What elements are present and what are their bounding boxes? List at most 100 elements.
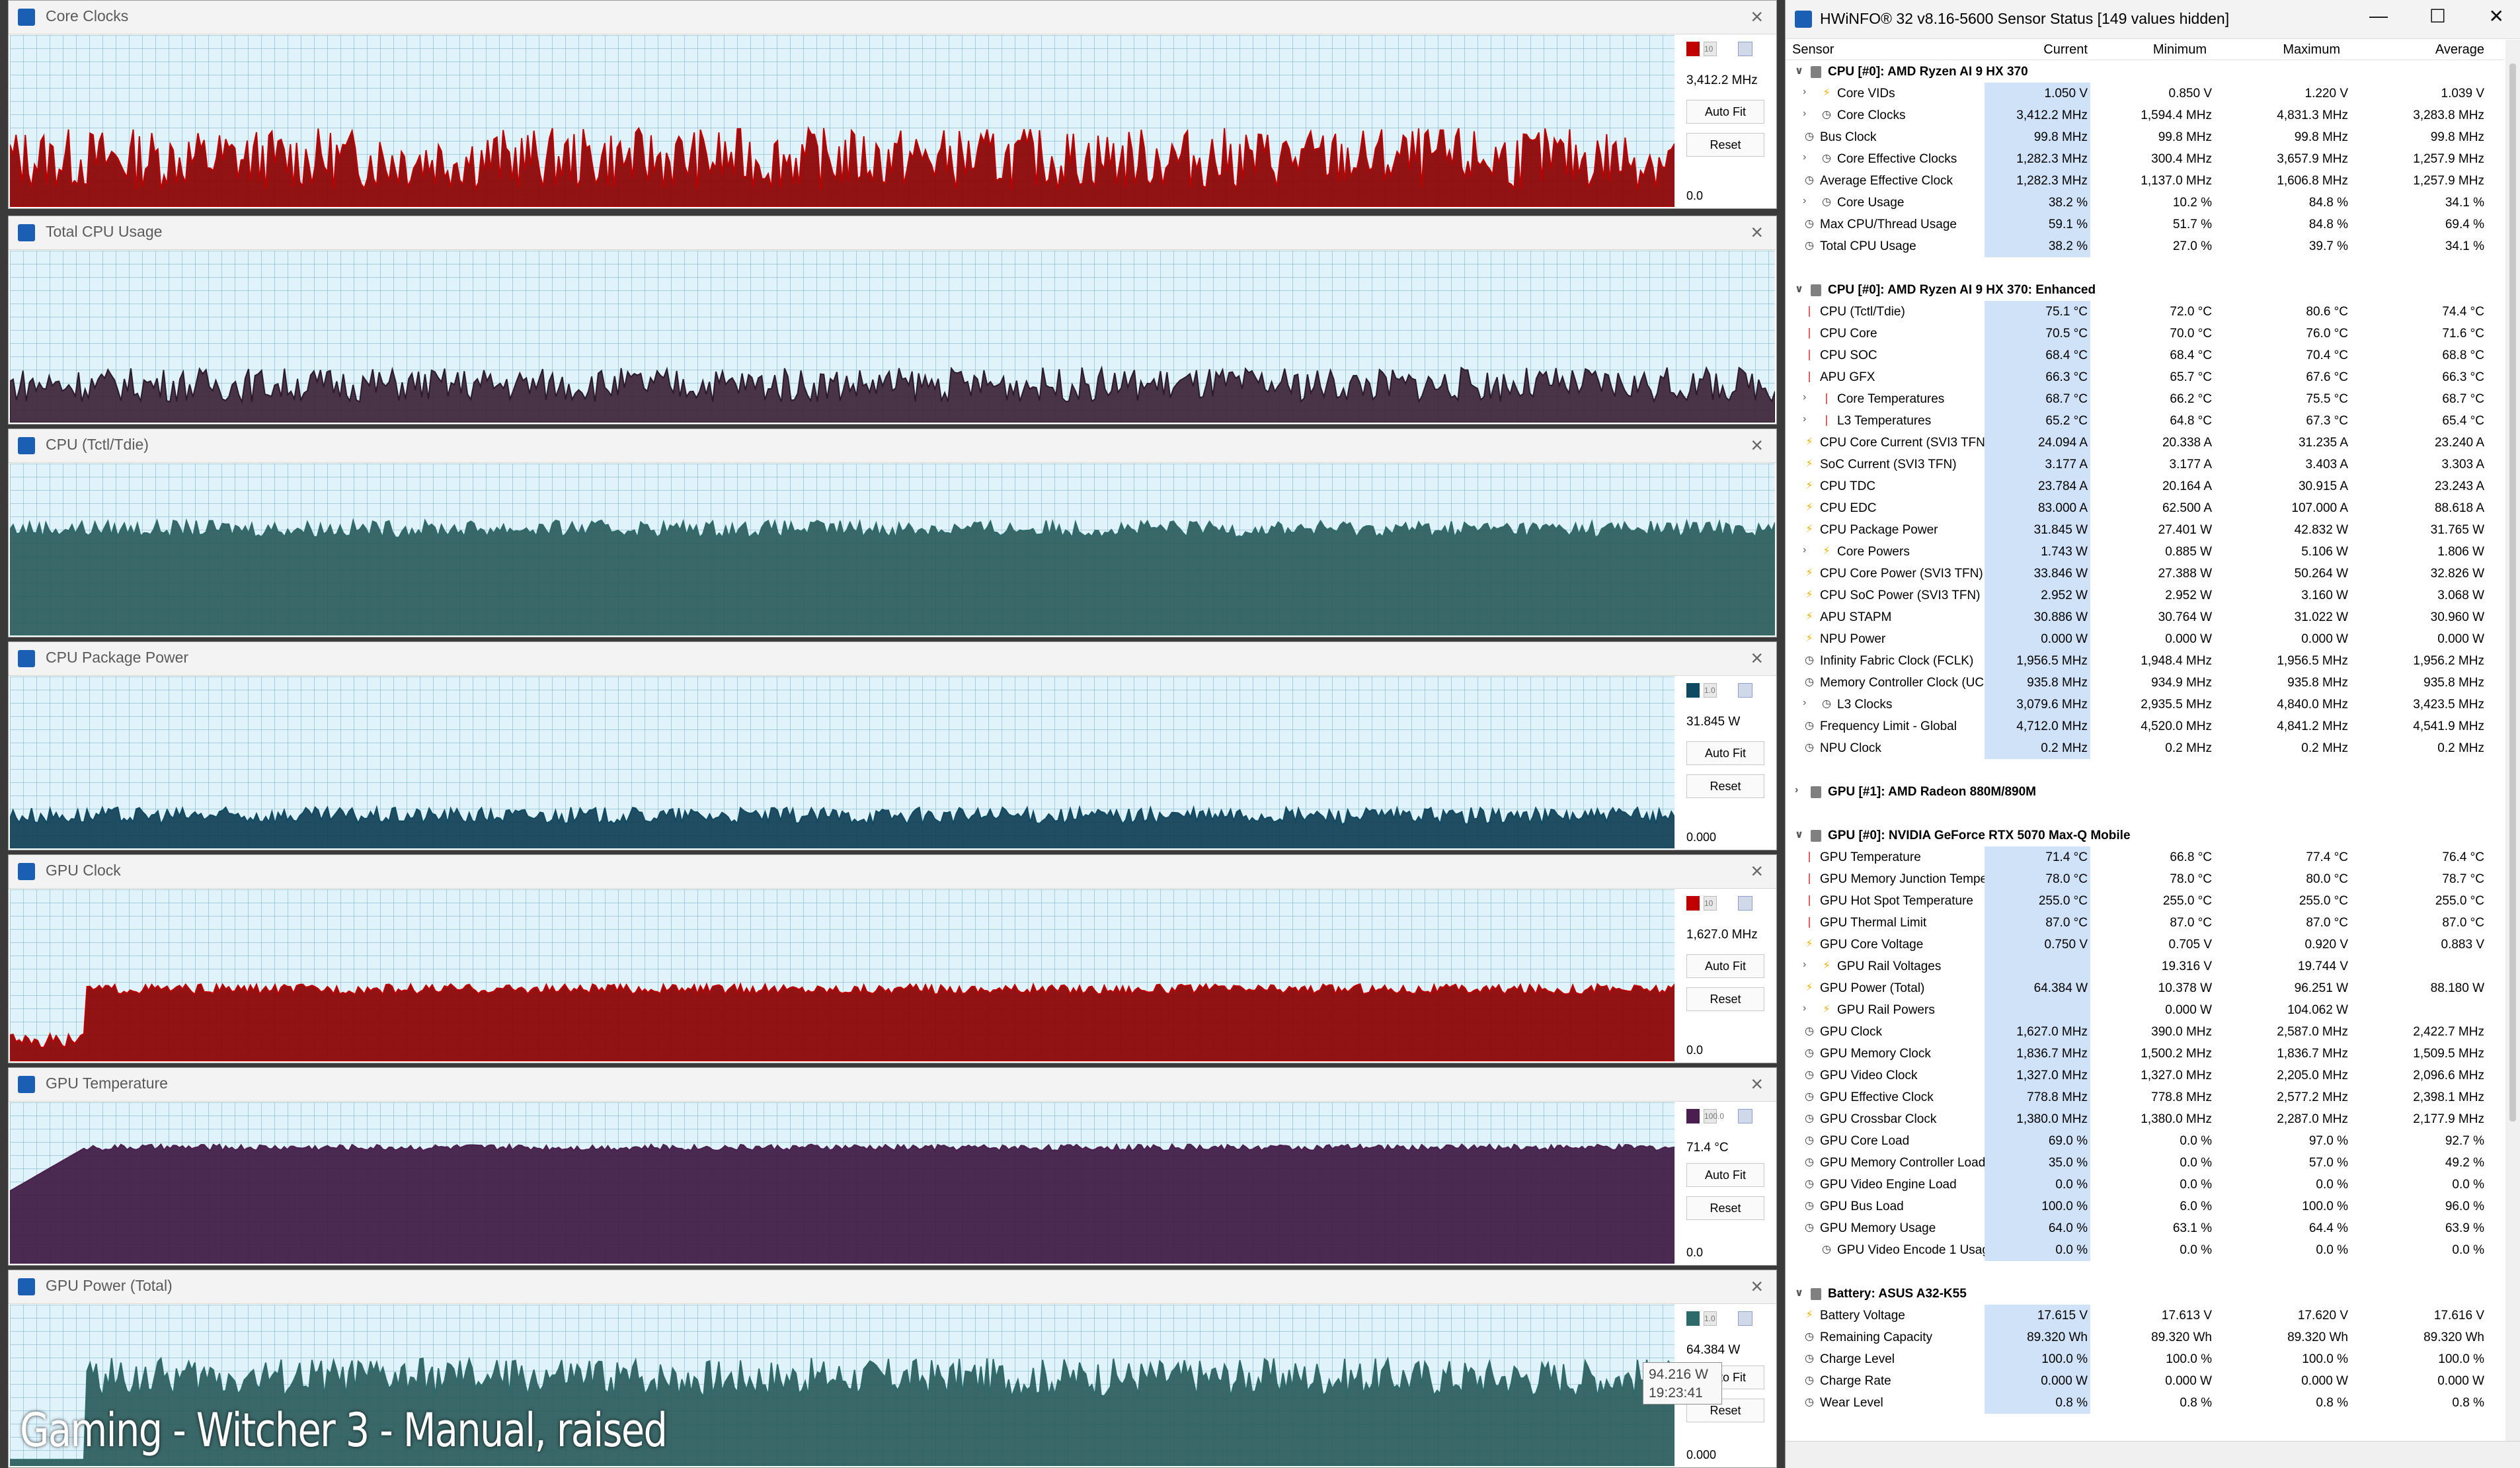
sensor-row[interactable]: ◷ Charge Rate 0.000 W 0.000 W 0.000 W 0.000 W: [1786, 1370, 2504, 1392]
series-color-swatch[interactable]: [1686, 42, 1700, 56]
sensor-row[interactable]: › ◷ Core Usage 38.2 % 10.2 % 84.8 % 34.1 %: [1786, 192, 2504, 214]
sensor-row[interactable]: › ◷ Core Effective Clocks 1,282.3 MHz 300.4 …: [1786, 148, 2504, 170]
sensor-row[interactable]: ❘ CPU (Tctl/Tdie) 75.1 °C 72.0 °C 80.6 °C 74.…: [1786, 301, 2504, 323]
close-icon[interactable]: ✕: [2489, 5, 2504, 27]
auto-fit-button[interactable]: Auto Fit: [1686, 1163, 1764, 1187]
chevron-right-icon[interactable]: ›: [1803, 195, 1813, 207]
header-current[interactable]: Current: [2043, 42, 2088, 58]
chevron-right-icon[interactable]: ›: [1803, 391, 1813, 403]
graph-window-3[interactable]: CPU Package Power × 1.0 31.845 W Auto Fit Res…: [8, 641, 1777, 850]
close-icon[interactable]: ×: [1751, 433, 1763, 457]
sensor-row[interactable]: ◷ GPU Memory Controller Load 35.0 % 0.0 % 57…: [1786, 1152, 2504, 1174]
sensor-row[interactable]: ◷ Wear Level 0.8 % 0.8 % 0.8 % 0.8 %: [1786, 1392, 2504, 1414]
sensor-row[interactable]: ◷ GPU Video Engine Load 0.0 % 0.0 % 0.0 % 0.0…: [1786, 1174, 2504, 1196]
sensor-row[interactable]: ◷ GPU Bus Load 100.0 % 6.0 % 100.0 % 96.0 %: [1786, 1196, 2504, 1217]
graph-settings-icon[interactable]: [1738, 1109, 1752, 1123]
sensor-row[interactable]: ◷ Frequency Limit - Global 4,712.0 MHz 4,52…: [1786, 715, 2504, 737]
close-icon[interactable]: ×: [1751, 220, 1763, 244]
sensor-row[interactable]: ◷ GPU Memory Usage 64.0 % 63.1 % 64.4 % 63.9 …: [1786, 1217, 2504, 1239]
chevron-down-icon[interactable]: ∨: [1795, 1286, 1805, 1299]
sensor-row[interactable]: ◷ Remaining Capacity 89.320 Wh 89.320 Wh 89.…: [1786, 1326, 2504, 1348]
reset-button[interactable]: Reset: [1686, 1196, 1764, 1220]
sensor-row[interactable]: ◷ GPU Memory Clock 1,836.7 MHz 1,500.2 MHz 1…: [1786, 1043, 2504, 1065]
sensor-row[interactable]: ⚡ CPU Core Power (SVI3 TFN) 33.846 W 27.388…: [1786, 563, 2504, 585]
sensor-row[interactable]: ⚡ Battery Voltage 17.615 V 17.613 V 17.620 V…: [1786, 1305, 2504, 1326]
graph-settings-icon[interactable]: [1738, 896, 1752, 911]
series-color-swatch[interactable]: [1686, 1311, 1700, 1326]
sensor-row[interactable]: ◷ GPU Video Clock 1,327.0 MHz 1,327.0 MHz 2,…: [1786, 1065, 2504, 1086]
auto-fit-button[interactable]: Auto Fit: [1686, 954, 1764, 978]
sensor-row[interactable]: ◷ Total CPU Usage 38.2 % 27.0 % 39.7 % 34.1 %: [1786, 235, 2504, 257]
sensor-row[interactable]: ◷ GPU Core Load 69.0 % 0.0 % 97.0 % 92.7 %: [1786, 1130, 2504, 1152]
sensor-row[interactable]: ⚡ GPU Core Voltage 0.750 V 0.705 V 0.920 V 0.…: [1786, 934, 2504, 956]
graph-titlebar[interactable]: Core Clocks ×: [9, 1, 1776, 34]
header-sensor[interactable]: Sensor: [1792, 42, 1834, 58]
sensor-row[interactable]: › ⚡ Core VIDs 1.050 V 0.850 V 1.220 V 1.039 V: [1786, 83, 2504, 104]
sensor-row[interactable]: › ❘ L3 Temperatures 65.2 °C 64.8 °C 67.3 °C 65…: [1786, 410, 2504, 432]
sensor-row[interactable]: ❘ CPU SOC 68.4 °C 68.4 °C 70.4 °C 68.8 °C: [1786, 345, 2504, 366]
graph-window-4[interactable]: GPU Clock × 10 1,627.0 MHz Auto Fit Reset 0.0: [8, 854, 1777, 1063]
sensor-group-header[interactable]: ∨ Battery: ASUS A32-K55: [1786, 1283, 2504, 1305]
header-minimum[interactable]: Minimum: [2153, 42, 2207, 58]
sensor-group-header[interactable]: › GPU [#1]: AMD Radeon 880M/890M: [1786, 781, 2504, 803]
sensor-row[interactable]: ◷ Average Effective Clock 1,282.3 MHz 1,137…: [1786, 170, 2504, 192]
graph-titlebar[interactable]: GPU Power (Total) ×: [9, 1270, 1776, 1304]
sensor-row[interactable]: ◷ Bus Clock 99.8 MHz 99.8 MHz 99.8 MHz 99.8 M…: [1786, 126, 2504, 148]
graph-window-0[interactable]: Core Clocks × 10 3,412.2 MHz Auto Fit Reset 0.…: [8, 0, 1777, 209]
series-color-swatch[interactable]: [1686, 896, 1700, 911]
chevron-right-icon[interactable]: ›: [1803, 86, 1813, 98]
sensor-row[interactable]: ⚡ CPU TDC 23.784 A 20.164 A 30.915 A 23.243 A: [1786, 475, 2504, 497]
sensor-row[interactable]: ◷ Charge Level 100.0 % 100.0 % 100.0 % 100.0 …: [1786, 1348, 2504, 1370]
sensor-row[interactable]: ⚡ NPU Power 0.000 W 0.000 W 0.000 W 0.000 W: [1786, 628, 2504, 650]
series-color-swatch[interactable]: [1686, 1109, 1700, 1123]
close-icon[interactable]: ×: [1751, 5, 1763, 28]
sensor-row[interactable]: ❘ GPU Temperature 71.4 °C 66.8 °C 77.4 °C 76.…: [1786, 846, 2504, 868]
sensor-row[interactable]: › ❘ Core Temperatures 68.7 °C 66.2 °C 75.5 °C…: [1786, 388, 2504, 410]
sensor-row[interactable]: › ⚡ Core Powers 1.743 W 0.885 W 5.106 W 1.806 …: [1786, 541, 2504, 563]
sensor-group-header[interactable]: ∨ CPU [#0]: AMD Ryzen AI 9 HX 370: Enhanc…: [1786, 279, 2504, 301]
sensor-row[interactable]: ⚡ CPU SoC Power (SVI3 TFN) 2.952 W 2.952 W 3…: [1786, 585, 2504, 606]
chevron-right-icon[interactable]: ›: [1803, 697, 1813, 709]
sensor-scrollbar[interactable]: [2505, 40, 2520, 1442]
sensor-row[interactable]: ⚡ CPU EDC 83.000 A 62.500 A 107.000 A 88.618 …: [1786, 497, 2504, 519]
series-color-swatch[interactable]: [1686, 683, 1700, 698]
sensor-row[interactable]: ❘ GPU Hot Spot Temperature 255.0 °C 255.0 °…: [1786, 890, 2504, 912]
sensor-row[interactable]: ◷ Infinity Fabric Clock (FCLK) 1,956.5 MHz…: [1786, 650, 2504, 672]
graph-titlebar[interactable]: CPU (Tctl/Tdie) ×: [9, 429, 1776, 463]
chevron-right-icon[interactable]: ›: [1803, 413, 1813, 425]
chevron-down-icon[interactable]: ∨: [1795, 828, 1805, 841]
sensor-row[interactable]: ⚡ CPU Core Current (SVI3 TFN) 24.094 A 20.3…: [1786, 432, 2504, 454]
graph-titlebar[interactable]: GPU Temperature ×: [9, 1068, 1776, 1102]
graph-titlebar[interactable]: GPU Clock ×: [9, 855, 1776, 889]
graph-settings-icon[interactable]: [1738, 1311, 1752, 1326]
sensor-row[interactable]: › ⚡ GPU Rail Powers 0.000 W 104.062 W: [1786, 999, 2504, 1021]
graph-titlebar[interactable]: CPU Package Power ×: [9, 642, 1776, 676]
graph-settings-icon[interactable]: [1738, 683, 1752, 698]
chevron-right-icon[interactable]: ›: [1803, 544, 1813, 556]
chevron-right-icon[interactable]: ›: [1803, 959, 1813, 971]
minimize-icon[interactable]: —: [2369, 5, 2388, 26]
sensor-row[interactable]: ⚡ CPU Package Power 31.845 W 27.401 W 42.832…: [1786, 519, 2504, 541]
sensor-row[interactable]: ⚡ APU STAPM 30.886 W 30.764 W 31.022 W 30.960…: [1786, 606, 2504, 628]
chevron-right-icon[interactable]: ›: [1803, 1002, 1813, 1014]
sensor-window-titlebar[interactable]: HWiNFO® 32 v8.16-5600 Sensor Status [149…: [1786, 0, 2520, 39]
graph-settings-icon[interactable]: [1738, 42, 1752, 56]
scrollbar-thumb[interactable]: [2509, 63, 2516, 1121]
close-icon[interactable]: ×: [1751, 1274, 1763, 1298]
sensor-row[interactable]: ⚡ SoC Current (SVI3 TFN) 3.177 A 3.177 A 3.4…: [1786, 454, 2504, 475]
reset-button[interactable]: Reset: [1686, 987, 1764, 1011]
close-icon[interactable]: ×: [1751, 1072, 1763, 1096]
sensor-row[interactable]: ❘ GPU Thermal Limit 87.0 °C 87.0 °C 87.0 °C 8…: [1786, 912, 2504, 934]
close-icon[interactable]: ×: [1751, 859, 1763, 883]
sensor-row[interactable]: ◷ Memory Controller Clock (UCLK) 935.8 MHz…: [1786, 672, 2504, 694]
close-icon[interactable]: ×: [1751, 646, 1763, 670]
auto-fit-button[interactable]: Auto Fit: [1686, 741, 1764, 765]
sensor-row[interactable]: ❘ CPU Core 70.5 °C 70.0 °C 76.0 °C 71.6 °C: [1786, 323, 2504, 345]
graph-window-1[interactable]: Total CPU Usage ×: [8, 216, 1777, 425]
sensor-row[interactable]: ◷ GPU Effective Clock 778.8 MHz 778.8 MHz 2,…: [1786, 1086, 2504, 1108]
header-average[interactable]: Average: [2435, 42, 2484, 58]
sensor-row[interactable]: ◷ GPU Crossbar Clock 1,380.0 MHz 1,380.0 MH…: [1786, 1108, 2504, 1130]
header-maximum[interactable]: Maximum: [2283, 42, 2340, 58]
graph-window-2[interactable]: CPU (Tctl/Tdie) ×: [8, 428, 1777, 637]
sensor-row[interactable]: › ◷ L3 Clocks 3,079.6 MHz 2,935.5 MHz 4,840.0…: [1786, 694, 2504, 715]
